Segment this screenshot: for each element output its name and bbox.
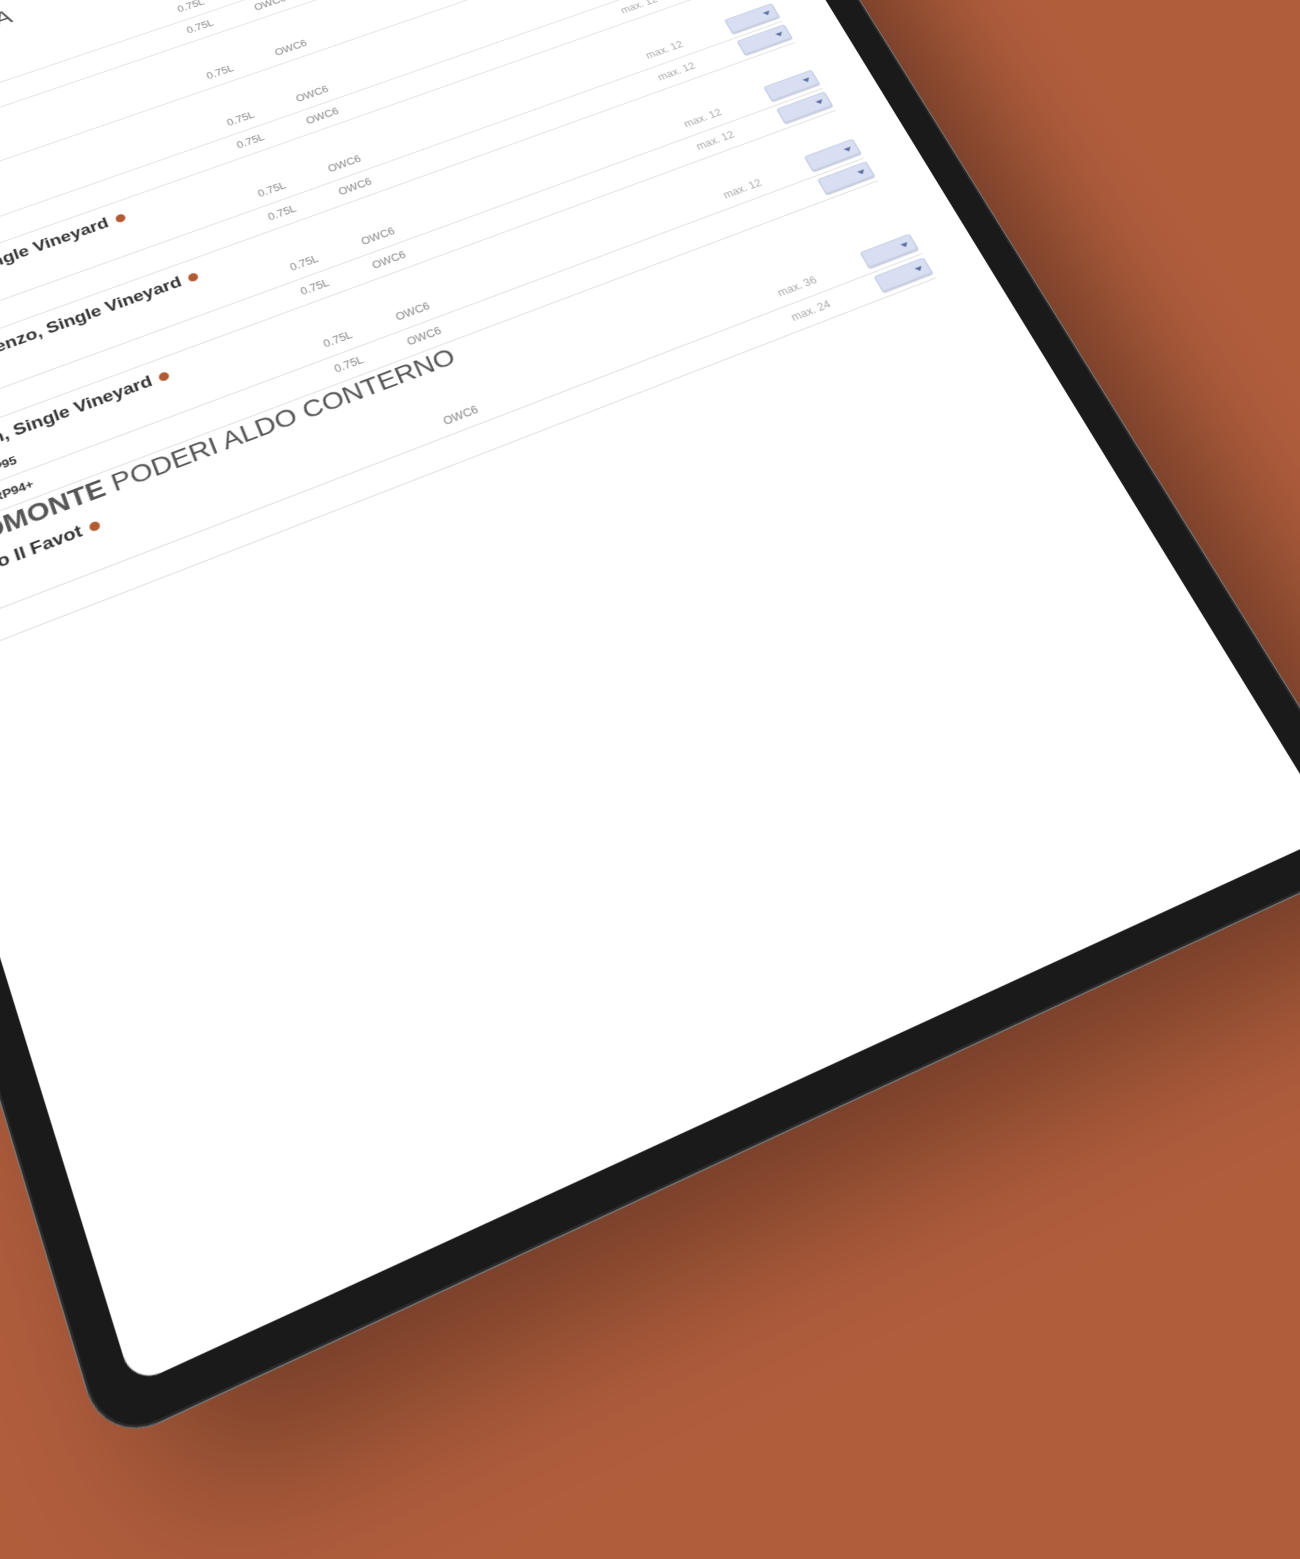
wine-dot-icon [158, 371, 171, 382]
tablet-frame: ITALIAN WINES YOUR ORDER PIEDMONTE GAJAB… [0, 0, 1300, 1449]
chevron-down-icon [843, 146, 852, 153]
chevron-down-icon [775, 31, 784, 37]
chevron-down-icon [763, 10, 772, 16]
wine-dot-icon [114, 213, 126, 224]
wine-dot-icon [88, 520, 101, 532]
chevron-down-icon [857, 169, 866, 176]
year [0, 590, 4, 608]
chevron-down-icon [802, 77, 811, 84]
wine-dot-icon [187, 272, 199, 283]
chevron-down-icon [815, 99, 824, 106]
chevron-down-icon [900, 242, 910, 249]
rating [22, 562, 79, 584]
order-list: PIEDMONTE GAJABarbaresco2013RP930.75LOWC… [0, 0, 936, 652]
chevron-down-icon [914, 265, 924, 272]
rating: RP95 [0, 389, 22, 421]
screen: ITALIAN WINES YOUR ORDER PIEDMONTE GAJAB… [0, 0, 1300, 1386]
bottle-size [381, 455, 438, 477]
stage: ITALIAN WINES YOUR ORDER PIEDMONTE GAJAB… [0, 0, 1300, 895]
year [0, 619, 13, 637]
rating [32, 590, 89, 612]
